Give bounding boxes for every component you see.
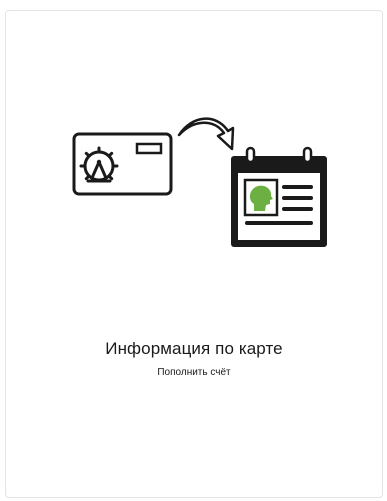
transport-card-icon [72,132,173,196]
panel-title: Информация по карте [105,339,283,358]
card-to-account-illustration [72,117,327,247]
calendar-profile-icon [231,146,327,247]
panel-subtitle[interactable]: Пополнить счёт [6,367,382,378]
card-info-panel[interactable]: Информация по карте Пополнить счёт [5,10,383,498]
curved-arrow-icon [177,117,235,151]
